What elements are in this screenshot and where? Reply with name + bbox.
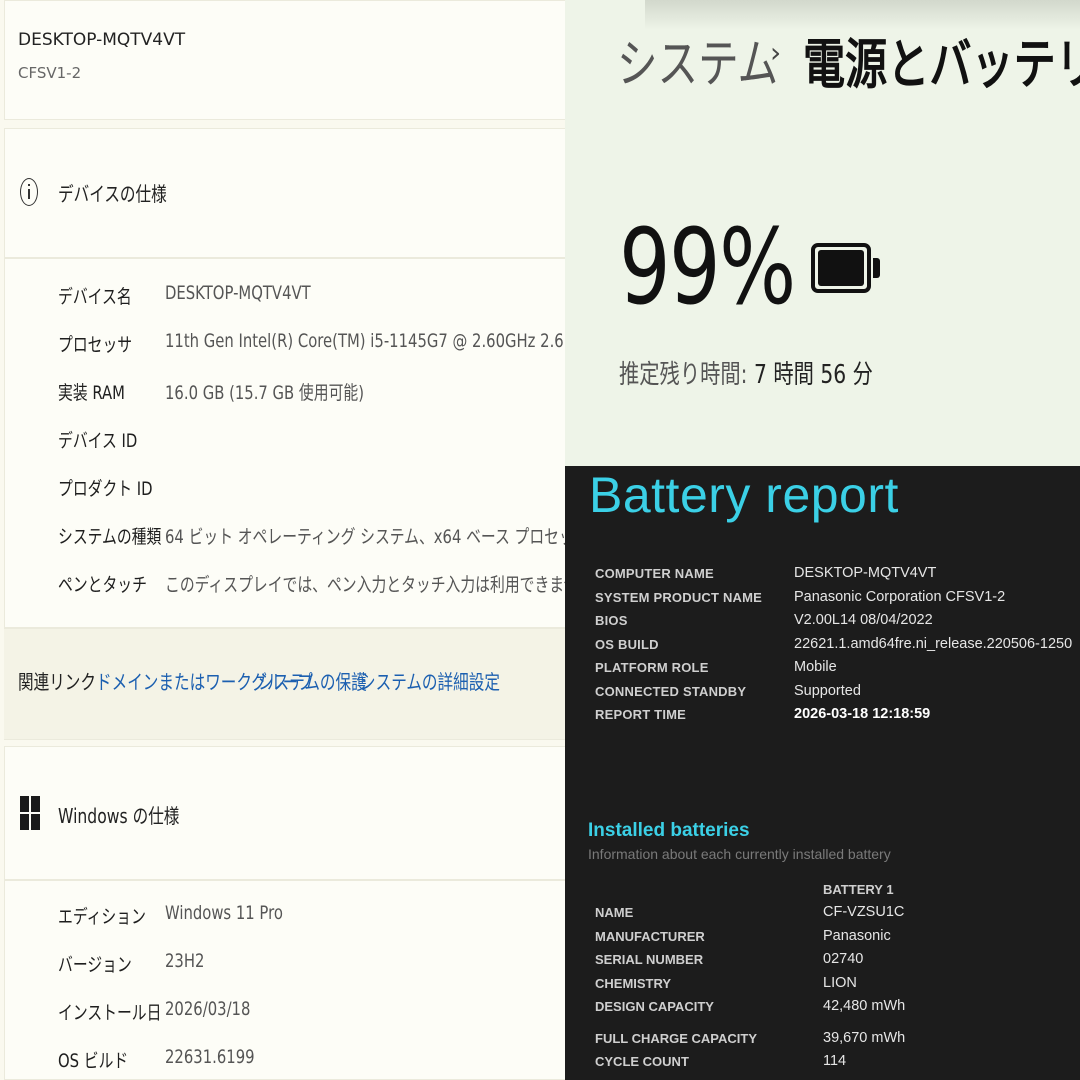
spec-label: プロダクト ID [58, 478, 153, 500]
spec-label: 実装 RAM [58, 382, 125, 404]
info-icon [20, 178, 38, 206]
spec-value: このディスプレイでは、ペン入力とタッチ入力は利用できません [165, 574, 565, 596]
battery-icon [811, 243, 880, 293]
info-key: PLATFORM ROLE [595, 660, 709, 675]
spec-label: デバイス名 [58, 286, 132, 308]
battery-value: Panasonic [823, 928, 891, 944]
battery-report-panel: Battery report COMPUTER NAME DESKTOP-MQT… [565, 466, 1080, 1080]
battery-key: SERIAL NUMBER [595, 952, 704, 967]
spec-label: バージョン [58, 954, 132, 976]
installed-batteries-subtitle: Information about each currently install… [588, 846, 891, 862]
info-key: BIOS [595, 613, 628, 628]
battery-key: CYCLE COUNT [595, 1054, 689, 1069]
power-battery-panel: システム › 電源とバッテリー 99% 推定残り時間: 7 時間 56 分 [565, 0, 1080, 466]
spec-value: 16.0 GB (15.7 GB 使用可能) [165, 382, 364, 404]
info-key: OS BUILD [595, 637, 659, 652]
spec-value: DESKTOP-MQTV4VT [165, 282, 311, 304]
spec-value: 22631.6199 [165, 1046, 255, 1068]
report-title: Battery report [589, 467, 899, 523]
device-card [4, 0, 565, 120]
battery-value: 02740 [823, 951, 864, 967]
battery-terminal [873, 258, 880, 278]
info-key: SYSTEM PRODUCT NAME [595, 590, 763, 605]
device-model-text: CFSV1-2 [18, 64, 82, 82]
device-name-heading: DESKTOP-MQTV4VT [18, 30, 186, 50]
spec-value: 11th Gen Intel(R) Core(TM) i5-1145G7 @ 2… [165, 330, 565, 352]
link-advanced-system-settings[interactable]: システムの詳細設定 [360, 666, 539, 695]
info-key: COMPUTER NAME [595, 566, 714, 581]
battery-value: 39,670 mWh [823, 1030, 906, 1046]
battery-key: FULL CHARGE CAPACITY [595, 1031, 758, 1046]
breadcrumb-chevron-icon: › [770, 36, 782, 69]
info-value: Supported [794, 683, 861, 699]
spec-label: プロセッサ [58, 334, 133, 356]
spec-value: 64 ビット オペレーティング システム、x64 ベース プロセッサ [165, 526, 565, 548]
report-time-value: 2026-03-18 12:18:59 [794, 706, 931, 722]
info-key: REPORT TIME [595, 707, 687, 722]
spec-value: 2026/03/18 [165, 998, 251, 1020]
spec-value: Windows 11 Pro [165, 902, 283, 924]
battery-value: 114 [823, 1053, 847, 1069]
remaining-time: 推定残り時間: 7 時間 56 分 [619, 354, 944, 391]
spec-label: エディション [58, 906, 146, 928]
spec-label: デバイス ID [58, 430, 138, 452]
remaining-label: 推定残り時間: [619, 360, 748, 390]
battery-key: CHEMISTRY [595, 976, 672, 991]
installed-batteries-title: Installed batteries [588, 820, 750, 841]
info-value: Mobile [794, 659, 837, 675]
windows-logo-icon [20, 796, 40, 830]
battery-column-header: BATTERY 1 [823, 882, 894, 897]
windows-spec-title: Windows の仕様 [58, 804, 180, 828]
info-value: V2.00L14 08/04/2022 [794, 612, 933, 628]
info-value: DESKTOP-MQTV4VT [794, 565, 937, 581]
breadcrumb-system[interactable]: システム [617, 22, 823, 97]
battery-key: NAME [595, 905, 634, 920]
remaining-value: 7 時間 56 分 [753, 360, 873, 390]
spec-label: OS ビルド [58, 1050, 129, 1072]
device-spec-title: デバイスの仕様 [58, 182, 167, 206]
spec-label: ペンとタッチ [58, 574, 147, 596]
info-key: CONNECTED STANDBY [595, 684, 747, 699]
info-value: Panasonic Corporation CFSV1-2 [794, 589, 1006, 605]
spec-value: 23H2 [165, 950, 205, 972]
battery-key: DESIGN CAPACITY [595, 999, 714, 1014]
battery-fill [818, 250, 864, 286]
battery-value: 42,480 mWh [823, 998, 906, 1014]
battery-key: MANUFACTURER [595, 929, 705, 944]
battery-value: CF-VZSU1C [823, 904, 905, 920]
page-title: 電源とバッテリー [803, 33, 1080, 96]
about-settings-panel: DESKTOP-MQTV4VT CFSV1-2 デバイスの仕様 デバイス名 DE… [0, 0, 565, 1080]
battery-value: LION [823, 975, 857, 991]
info-value: 22621.1.amd64fre.ni_release.220506-1250 [794, 636, 1073, 652]
